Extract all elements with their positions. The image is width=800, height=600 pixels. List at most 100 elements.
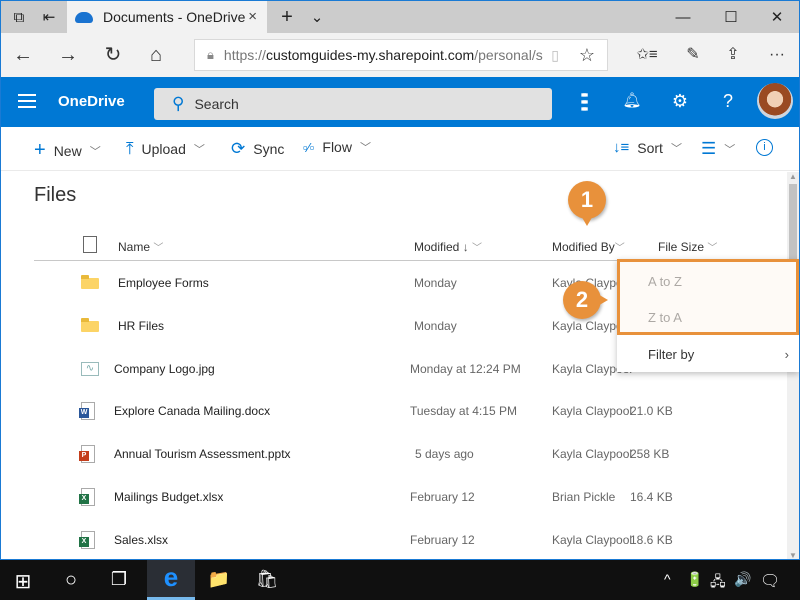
maximize-button[interactable]: ☐	[713, 1, 749, 33]
scroll-down-icon[interactable]: ▼	[789, 551, 797, 559]
minimize-button[interactable]: —	[665, 1, 701, 33]
view-list-icon: ☰	[701, 139, 717, 158]
file-row[interactable]: P Annual Tourism Assessment.pptx 5 days ag…	[34, 434, 789, 477]
file-row[interactable]: X Sales.xlsx February 12 Kayla Claypool 18.6…	[34, 520, 789, 559]
sort-button[interactable]: ↓≡ Sort ﹀	[613, 139, 682, 156]
chevron-down-icon: ﹀	[193, 144, 205, 156]
tab-documents-onedrive[interactable]: Documents - OneDrive ×	[67, 1, 267, 33]
settings-gear-icon[interactable]: ⚙	[669, 91, 691, 112]
file-name[interactable]: HR Files	[118, 319, 164, 333]
chevron-right-icon: ›	[784, 347, 789, 362]
volume-icon[interactable]: 🔊	[734, 571, 751, 588]
set-tabs-aside-icon[interactable]: ⇤	[35, 1, 63, 33]
new-tab-button[interactable]: +	[273, 1, 301, 33]
column-header-file-size[interactable]: File Size ﹀	[658, 239, 717, 254]
column-header-modified[interactable]: Modified ↓ ﹀	[414, 239, 482, 254]
hamburger-menu-icon[interactable]	[18, 94, 36, 108]
file-modified-by: Kayla Claypool	[552, 447, 633, 461]
info-button[interactable]: i	[756, 139, 773, 156]
favorite-star-icon[interactable]: ☆	[579, 45, 595, 66]
notifications-bell-icon[interactable]: 🔔︎	[621, 91, 643, 109]
action-center-icon[interactable]: 🗨	[760, 571, 780, 591]
highlight-box	[617, 259, 799, 335]
folder-icon	[81, 318, 99, 332]
flow-button[interactable]: ▫⁄▫ Flow ﹀	[303, 139, 371, 155]
column-header-modified-by[interactable]: Modified By﹀	[552, 239, 625, 254]
share-icon[interactable]: ⇪	[721, 43, 745, 67]
search-input[interactable]: ⚲ Search	[154, 88, 552, 120]
file-row[interactable]: X Mailings Budget.xlsx February 12 Brian Pi…	[34, 477, 789, 520]
sync-button[interactable]: ⟳ Sync	[231, 139, 284, 159]
file-size: 21.0 KB	[630, 404, 673, 418]
menu-item-filter-by[interactable]: Filter by	[648, 347, 694, 362]
file-explorer-icon[interactable]: 📁	[204, 569, 234, 590]
onedrive-brand[interactable]: OneDrive	[58, 93, 125, 110]
file-modified: Monday at 12:24 PM	[410, 362, 521, 376]
file-name[interactable]: Sales.xlsx	[114, 533, 168, 547]
refresh-button[interactable]: ↻	[101, 43, 125, 67]
file-type-icon[interactable]	[83, 236, 97, 253]
file-name[interactable]: Explore Canada Mailing.docx	[114, 404, 270, 418]
tab-list-chevron-icon[interactable]: ⌄	[303, 1, 331, 33]
file-modified: February 12	[410, 533, 475, 547]
forward-button[interactable]: →	[56, 43, 80, 67]
tray-chevron-icon[interactable]: ^	[664, 571, 671, 587]
more-icon[interactable]: ···	[765, 43, 789, 67]
file-name[interactable]: Employee Forms	[118, 276, 209, 290]
url-input[interactable]: 🔒︎ https://customguides-my.sharepoint.co…	[194, 39, 608, 71]
file-name[interactable]: Mailings Budget.xlsx	[114, 490, 223, 504]
app-launcher-icon[interactable]: ▪▪▪ ▪▪▪ ▪▪▪	[572, 88, 594, 115]
excel-file-icon: X	[79, 531, 95, 549]
file-modified-by: Kayla Claypool	[552, 533, 633, 547]
powerpoint-file-icon: P	[79, 445, 95, 463]
edge-browser-icon[interactable]: e	[156, 562, 186, 593]
flow-icon: ▫⁄▫	[303, 139, 315, 155]
upload-button[interactable]: ⤒ Upload ﹀	[126, 139, 205, 159]
page-title: Files	[34, 184, 77, 206]
favorites-hub-icon[interactable]: ✩≡	[635, 43, 659, 67]
tab-actions-icon[interactable]: ⧉	[5, 1, 33, 33]
user-avatar[interactable]	[757, 83, 793, 119]
plus-icon: +	[34, 139, 46, 161]
file-modified: Monday	[414, 319, 457, 333]
close-window-button[interactable]: ✕	[759, 1, 795, 33]
image-file-icon: ∿	[81, 362, 99, 376]
chevron-down-icon: ﹀	[359, 142, 371, 154]
task-view-icon[interactable]: ❐	[104, 569, 134, 590]
store-icon[interactable]: 🛍	[252, 569, 282, 590]
reading-view-icon[interactable]: ▯	[551, 47, 559, 64]
network-icon[interactable]: 🖧	[710, 571, 726, 595]
new-button[interactable]: + New ﹀	[34, 139, 101, 162]
onedrive-header: OneDrive ⚲ Search ▪▪▪ ▪▪▪ ▪▪▪ 🔔︎ ⚙ ?	[1, 77, 799, 127]
chevron-down-icon: ﹀	[89, 145, 101, 158]
column-header-name[interactable]: Name ﹀	[118, 239, 163, 254]
back-button[interactable]: ←	[11, 43, 35, 67]
scroll-up-icon[interactable]: ▲	[789, 172, 797, 181]
file-name[interactable]: Annual Tourism Assessment.pptx	[114, 447, 291, 461]
excel-file-icon: X	[79, 488, 95, 506]
tab-close-icon[interactable]: ×	[248, 8, 257, 25]
help-icon[interactable]: ?	[717, 91, 739, 112]
file-modified-by: Brian Pickle	[552, 490, 616, 504]
file-modified-by: Kayla Claypool	[552, 404, 633, 418]
word-file-icon: W	[79, 402, 95, 420]
sync-icon: ⟳	[231, 139, 246, 158]
tab-bar: ⧉ ⇤ Documents - OneDrive × + ⌄ — ☐ ✕	[1, 1, 799, 33]
file-size: 18.6 KB	[630, 533, 673, 547]
file-name[interactable]: Company Logo.jpg	[114, 362, 215, 376]
chevron-down-icon: ﹀	[724, 144, 736, 156]
web-notes-icon[interactable]: ✎	[681, 43, 705, 67]
view-options-button[interactable]: ☰ ﹀	[701, 139, 735, 159]
home-button[interactable]: ⌂	[144, 43, 168, 67]
command-bar: + New ﹀ ⤒ Upload ﹀ ⟳ Sync ▫⁄▫ Flow ﹀ ↓≡ Sor…	[1, 127, 799, 171]
folder-icon	[81, 275, 99, 289]
file-modified: February 12	[410, 490, 475, 504]
battery-icon[interactable]: 🔋	[686, 571, 703, 588]
file-row[interactable]: W Explore Canada Mailing.docx Tuesday at 4…	[34, 391, 789, 434]
tab-title: Documents - OneDrive	[103, 9, 246, 25]
search-icon: ⚲	[172, 94, 185, 113]
cortana-icon[interactable]: ○	[56, 569, 86, 592]
address-bar-row: ← → ↻ ⌂ 🔒︎ https://customguides-my.share…	[1, 33, 799, 77]
browser-window: ⧉ ⇤ Documents - OneDrive × + ⌄ — ☐ ✕ ← →…	[0, 0, 800, 560]
start-button[interactable]: ⊞	[8, 569, 38, 594]
